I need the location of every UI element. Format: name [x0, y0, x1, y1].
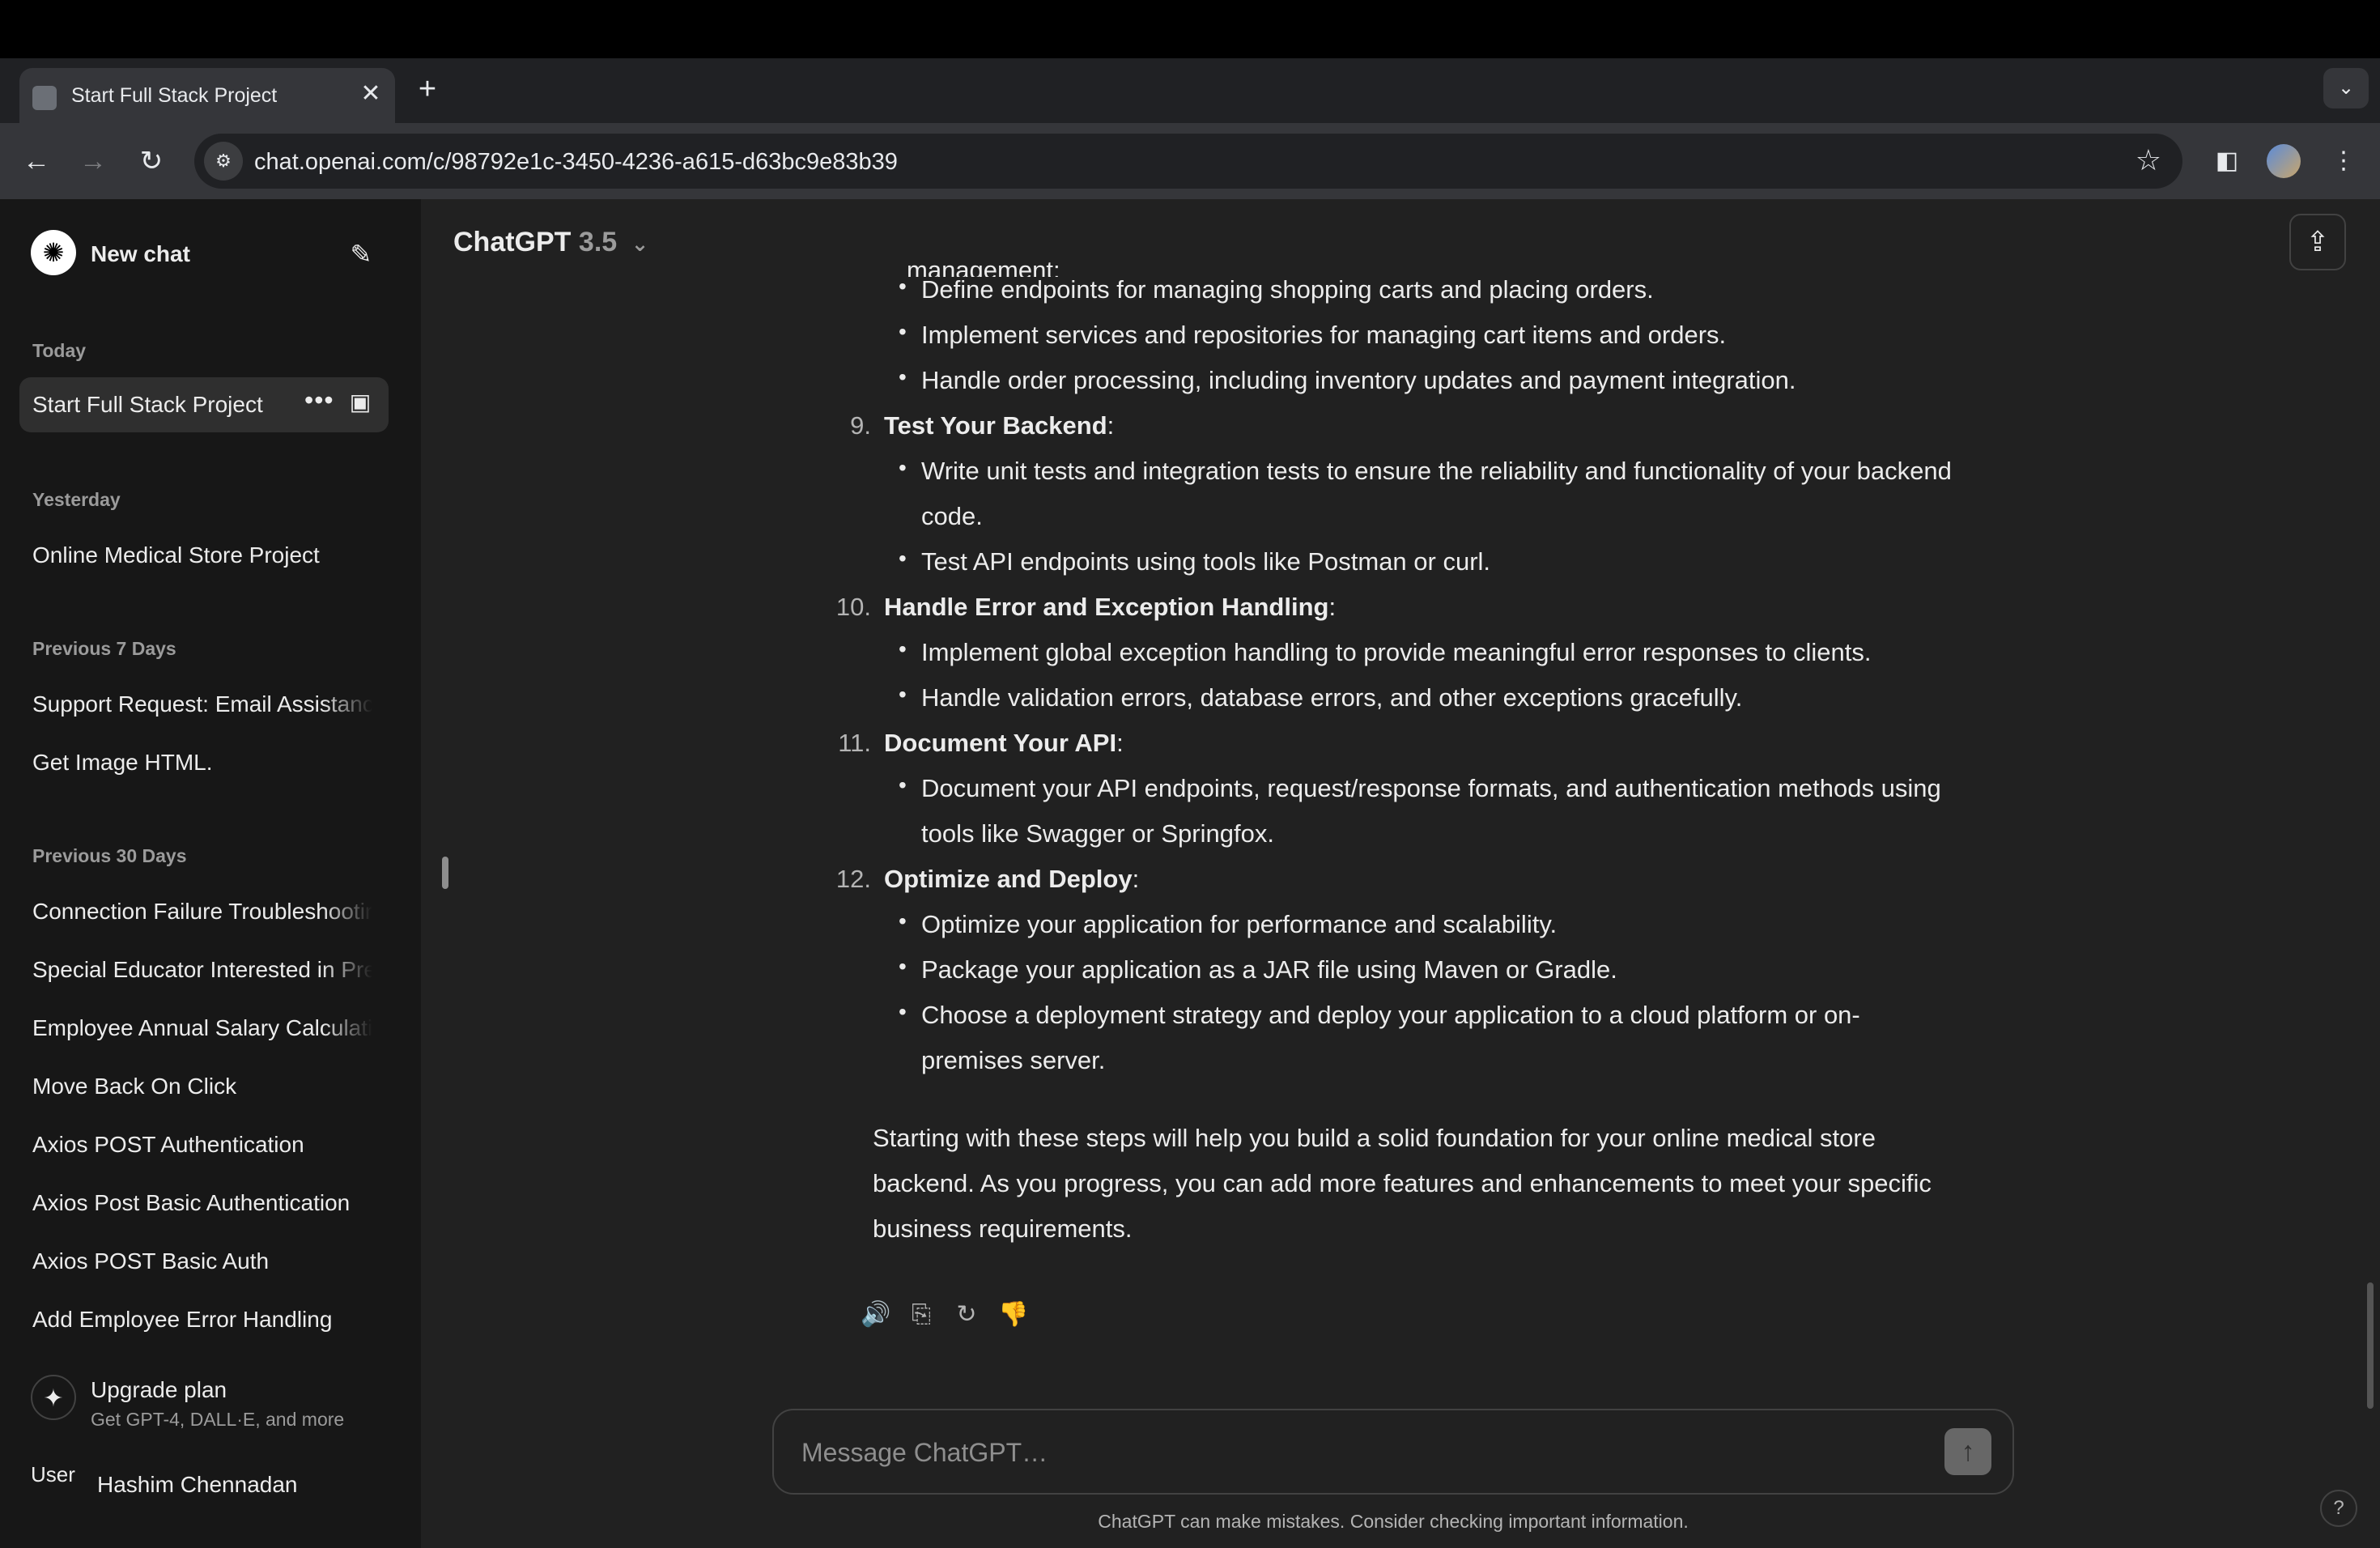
bullet-item: Optimize your application for performanc… — [899, 899, 1557, 947]
help-icon[interactable]: ? — [2320, 1490, 2357, 1527]
list-heading-text: Document Your API — [884, 729, 1117, 757]
list-number: 9. — [850, 411, 871, 440]
sidebar-item-start-full-stack-project[interactable]: Start Full Stack Project ••• ▣ — [19, 377, 389, 432]
scrollbar[interactable] — [2367, 1282, 2374, 1409]
side-panel-icon[interactable]: ◧ — [2207, 141, 2247, 181]
list-heading: Optimize and Deploy: — [884, 857, 1139, 902]
sidebar-item-get-image-html[interactable]: Get Image HTML. — [32, 750, 372, 776]
bullet-item: Package your application as a JAR file u… — [899, 944, 1617, 993]
user-avatar[interactable]: User — [31, 1462, 76, 1511]
list-number: 10. — [835, 593, 871, 621]
model-name: ChatGPT — [453, 227, 572, 257]
section-previous-30-days: Previous 30 Days — [32, 845, 187, 866]
browser-menu-icon[interactable]: ⋮ — [2323, 141, 2364, 181]
regenerate-icon[interactable]: ↻ — [950, 1299, 983, 1331]
bullet-item: Choose a deployment strategy and deploy … — [899, 989, 1860, 1038]
share-icon[interactable]: ⇪ — [2289, 214, 2346, 270]
archive-icon[interactable]: ▣ — [346, 389, 374, 416]
disclaimer: ChatGPT can make mistakes. Consider chec… — [1098, 1511, 1689, 1532]
site-info-icon[interactable]: ⚙ — [204, 142, 243, 181]
bookmark-star-icon[interactable]: ☆ — [2136, 143, 2161, 177]
bullet-item: Test API endpoints using tools like Post… — [899, 536, 1490, 585]
browser-tab[interactable]: Start Full Stack Project ✕ — [19, 68, 395, 123]
sparkle-icon[interactable]: ✦ — [31, 1375, 76, 1420]
bullet-item: Handle order processing, including inven… — [899, 355, 1796, 403]
bullet-continuation: premises server. — [921, 1046, 1106, 1074]
sidebar-item-add-employee-error-handling[interactable]: Add Employee Error Handling — [32, 1307, 372, 1333]
section-yesterday: Yesterday — [32, 489, 121, 510]
tab-strip: Start Full Stack Project ✕ — [0, 58, 2380, 123]
bullet-item: Define endpoints for managing shopping c… — [899, 264, 1654, 313]
new-chat-button[interactable]: New chat — [91, 241, 190, 267]
model-version: 3.5 — [578, 227, 618, 257]
bullet-item: Implement services and repositories for … — [899, 309, 1726, 358]
list-number: 11. — [838, 729, 871, 757]
list-heading-suffix: : — [1328, 593, 1337, 621]
bullet-item: Write unit tests and integration tests t… — [899, 445, 1952, 494]
list-heading-suffix: : — [1116, 729, 1124, 757]
url-text[interactable]: chat.openai.com/c/98792e1c-3450-4236-a61… — [254, 149, 898, 176]
bullet-item: Handle validation errors, database error… — [899, 672, 1742, 721]
model-selector[interactable]: ChatGPT 3.5 ⌄ — [453, 227, 648, 258]
compose-icon[interactable]: ✎ — [343, 236, 379, 272]
reload-icon[interactable]: ↻ — [131, 141, 172, 181]
more-options-icon[interactable]: ••• — [304, 385, 334, 415]
sidebar-item-axios-post-basic-auth[interactable]: Axios POST Basic Auth — [32, 1248, 372, 1274]
sidebar-item-online-medical-store-project[interactable]: Online Medical Store Project — [32, 542, 372, 568]
bullet-continuation: code. — [921, 502, 983, 530]
chevron-down-icon: ⌄ — [631, 232, 649, 256]
bullet-item: Implement global exception handling to p… — [899, 627, 1872, 675]
list-heading: Handle Error and Exception Handling: — [884, 585, 1336, 630]
list-heading: Document Your API: — [884, 721, 1124, 766]
sidebar-item-employee-salary[interactable]: Employee Annual Salary Calculatio — [32, 1015, 372, 1041]
sidebar-item-label: Start Full Stack Project — [32, 392, 263, 417]
new-tab-button[interactable]: + — [410, 71, 445, 107]
tab-close-icon[interactable]: ✕ — [356, 79, 385, 108]
forward-arrow-icon[interactable]: → — [73, 141, 113, 181]
sidebar-item-axios-post-authentication[interactable]: Axios POST Authentication — [32, 1132, 372, 1158]
sidebar: ✺ New chat ✎ Today Start Full Stack Proj… — [0, 199, 421, 1548]
sidebar-resize-handle[interactable] — [442, 857, 448, 889]
list-heading-text: Handle Error and Exception Handling — [884, 593, 1329, 621]
section-previous-7-days: Previous 7 Days — [32, 638, 176, 659]
sidebar-item-move-back-on-click[interactable]: Move Back On Click — [32, 1074, 372, 1099]
user-name[interactable]: Hashim Chennadan — [97, 1472, 298, 1498]
list-heading-suffix: : — [1107, 411, 1115, 440]
bullet-continuation: tools like Swagger or Springfox. — [921, 819, 1274, 848]
openai-logo-icon[interactable]: ✺ — [31, 230, 76, 275]
message-composer: ↑ — [772, 1409, 2014, 1495]
closing-paragraph-line: business requirements. — [873, 1214, 1133, 1243]
closing-paragraph-line: Starting with these steps will help you … — [873, 1124, 1876, 1152]
back-arrow-icon[interactable]: ← — [16, 141, 57, 181]
list-heading-text: Test Your Backend — [884, 411, 1107, 440]
profile-avatar[interactable] — [2267, 144, 2301, 178]
address-toolbar: ← → ↻ ⚙ chat.openai.com/c/98792e1c-3450-… — [0, 123, 2380, 199]
sidebar-item-connection-failure[interactable]: Connection Failure Troubleshootir — [32, 899, 372, 925]
openai-favicon-icon — [32, 86, 57, 110]
bullet-item: Document your API endpoints, request/res… — [899, 763, 1941, 811]
list-number: 12. — [835, 865, 871, 893]
copy-icon[interactable]: ⎘ — [905, 1299, 937, 1331]
tab-title: Start Full Stack Project — [71, 84, 278, 107]
sidebar-item-support-request[interactable]: Support Request: Email Assistanc — [32, 691, 372, 717]
title-bar — [0, 0, 2380, 58]
thumbs-down-icon[interactable]: 👎 — [997, 1299, 1030, 1331]
list-heading: Test Your Backend: — [884, 403, 1114, 449]
list-heading-text: Optimize and Deploy — [884, 865, 1133, 893]
closing-paragraph-line: backend. As you progress, you can add mo… — [873, 1169, 1932, 1197]
sidebar-item-axios-post-basic-authentication[interactable]: Axios Post Basic Authentication — [32, 1190, 372, 1216]
tab-search-chevron-icon[interactable]: ⌄ — [2323, 68, 2369, 108]
address-bar[interactable]: ⚙ chat.openai.com/c/98792e1c-3450-4236-a… — [194, 134, 2182, 189]
upgrade-plan-button[interactable]: Upgrade plan — [91, 1377, 227, 1403]
section-today: Today — [32, 340, 87, 361]
message-input[interactable] — [800, 1433, 1888, 1472]
sidebar-item-special-educator[interactable]: Special Educator Interested in Pre — [32, 957, 372, 983]
read-aloud-icon[interactable]: 🔊 — [860, 1299, 892, 1331]
upgrade-plan-subtitle: Get GPT-4, DALL·E, and more — [91, 1409, 345, 1430]
send-arrow-icon[interactable]: ↑ — [1944, 1428, 1991, 1475]
list-heading-suffix: : — [1132, 865, 1140, 893]
